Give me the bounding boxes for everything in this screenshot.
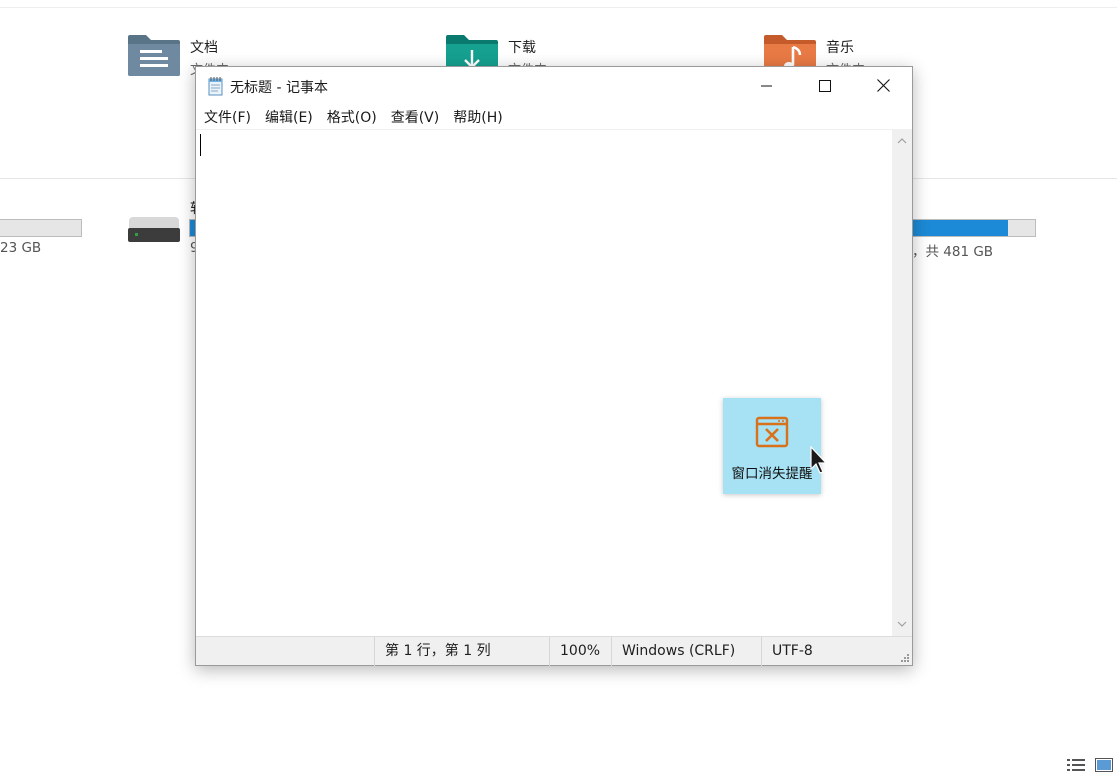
drive-usage-bar xyxy=(912,219,1036,237)
close-button[interactable] xyxy=(854,67,912,104)
notepad-window[interactable]: 无标题 - 记事本 文件(F) 编辑(E) 格式(O) 查看(V) 帮助(H) … xyxy=(195,66,913,666)
close-icon xyxy=(876,79,890,92)
vertical-scrollbar[interactable] xyxy=(892,129,912,636)
hard-drive-icon[interactable] xyxy=(127,214,181,244)
maximize-icon xyxy=(819,79,831,92)
title-bar[interactable]: 无标题 - 记事本 xyxy=(196,67,912,104)
window-disappear-reminder-tile[interactable]: 窗口消失提醒 xyxy=(723,398,821,494)
divider-top xyxy=(0,7,1117,8)
text-editor-area[interactable] xyxy=(196,129,892,636)
notepad-app-icon xyxy=(208,77,223,96)
menu-file[interactable]: 文件(F) xyxy=(203,104,258,128)
view-toggles xyxy=(1067,758,1113,772)
menu-bar: 文件(F) 编辑(E) 格式(O) 查看(V) 帮助(H) xyxy=(196,104,912,128)
folder-name: 音乐 xyxy=(826,40,854,56)
menu-view[interactable]: 查看(V) xyxy=(390,104,447,128)
line-ending: Windows (CRLF) xyxy=(611,637,761,666)
mouse-pointer-icon xyxy=(810,446,828,474)
drive-usage-bar xyxy=(0,219,82,237)
resize-grip-icon[interactable] xyxy=(900,653,910,663)
menu-edit[interactable]: 编辑(E) xyxy=(264,104,320,128)
drive-capacity-text: ，共 481 GB xyxy=(912,244,994,260)
large-icons-view-icon[interactable] xyxy=(1095,758,1113,772)
details-view-icon[interactable] xyxy=(1067,758,1085,772)
scroll-up-icon[interactable] xyxy=(897,137,907,144)
folder-name: 文档 xyxy=(190,40,218,56)
cursor-position: 第 1 行，第 1 列 xyxy=(374,637,549,666)
maximize-button[interactable] xyxy=(796,67,854,104)
drive-capacity-text: 23 GB xyxy=(0,240,42,256)
text-caret xyxy=(200,134,201,156)
encoding: UTF-8 xyxy=(761,637,881,666)
menu-format[interactable]: 格式(O) xyxy=(326,104,384,128)
tile-label: 窗口消失提醒 xyxy=(731,466,813,482)
window-close-icon xyxy=(755,416,789,448)
menu-help[interactable]: 帮助(H) xyxy=(452,104,509,128)
zoom-level: 100% xyxy=(549,637,611,666)
folder-name: 下载 xyxy=(508,40,536,56)
window-title: 无标题 - 记事本 xyxy=(230,80,328,96)
minimize-icon xyxy=(761,85,772,86)
documents-folder-icon xyxy=(128,35,180,76)
minimize-button[interactable] xyxy=(738,67,796,104)
status-bar: 第 1 行，第 1 列 100% Windows (CRLF) UTF-8 xyxy=(196,636,912,666)
scroll-down-icon[interactable] xyxy=(897,621,907,628)
